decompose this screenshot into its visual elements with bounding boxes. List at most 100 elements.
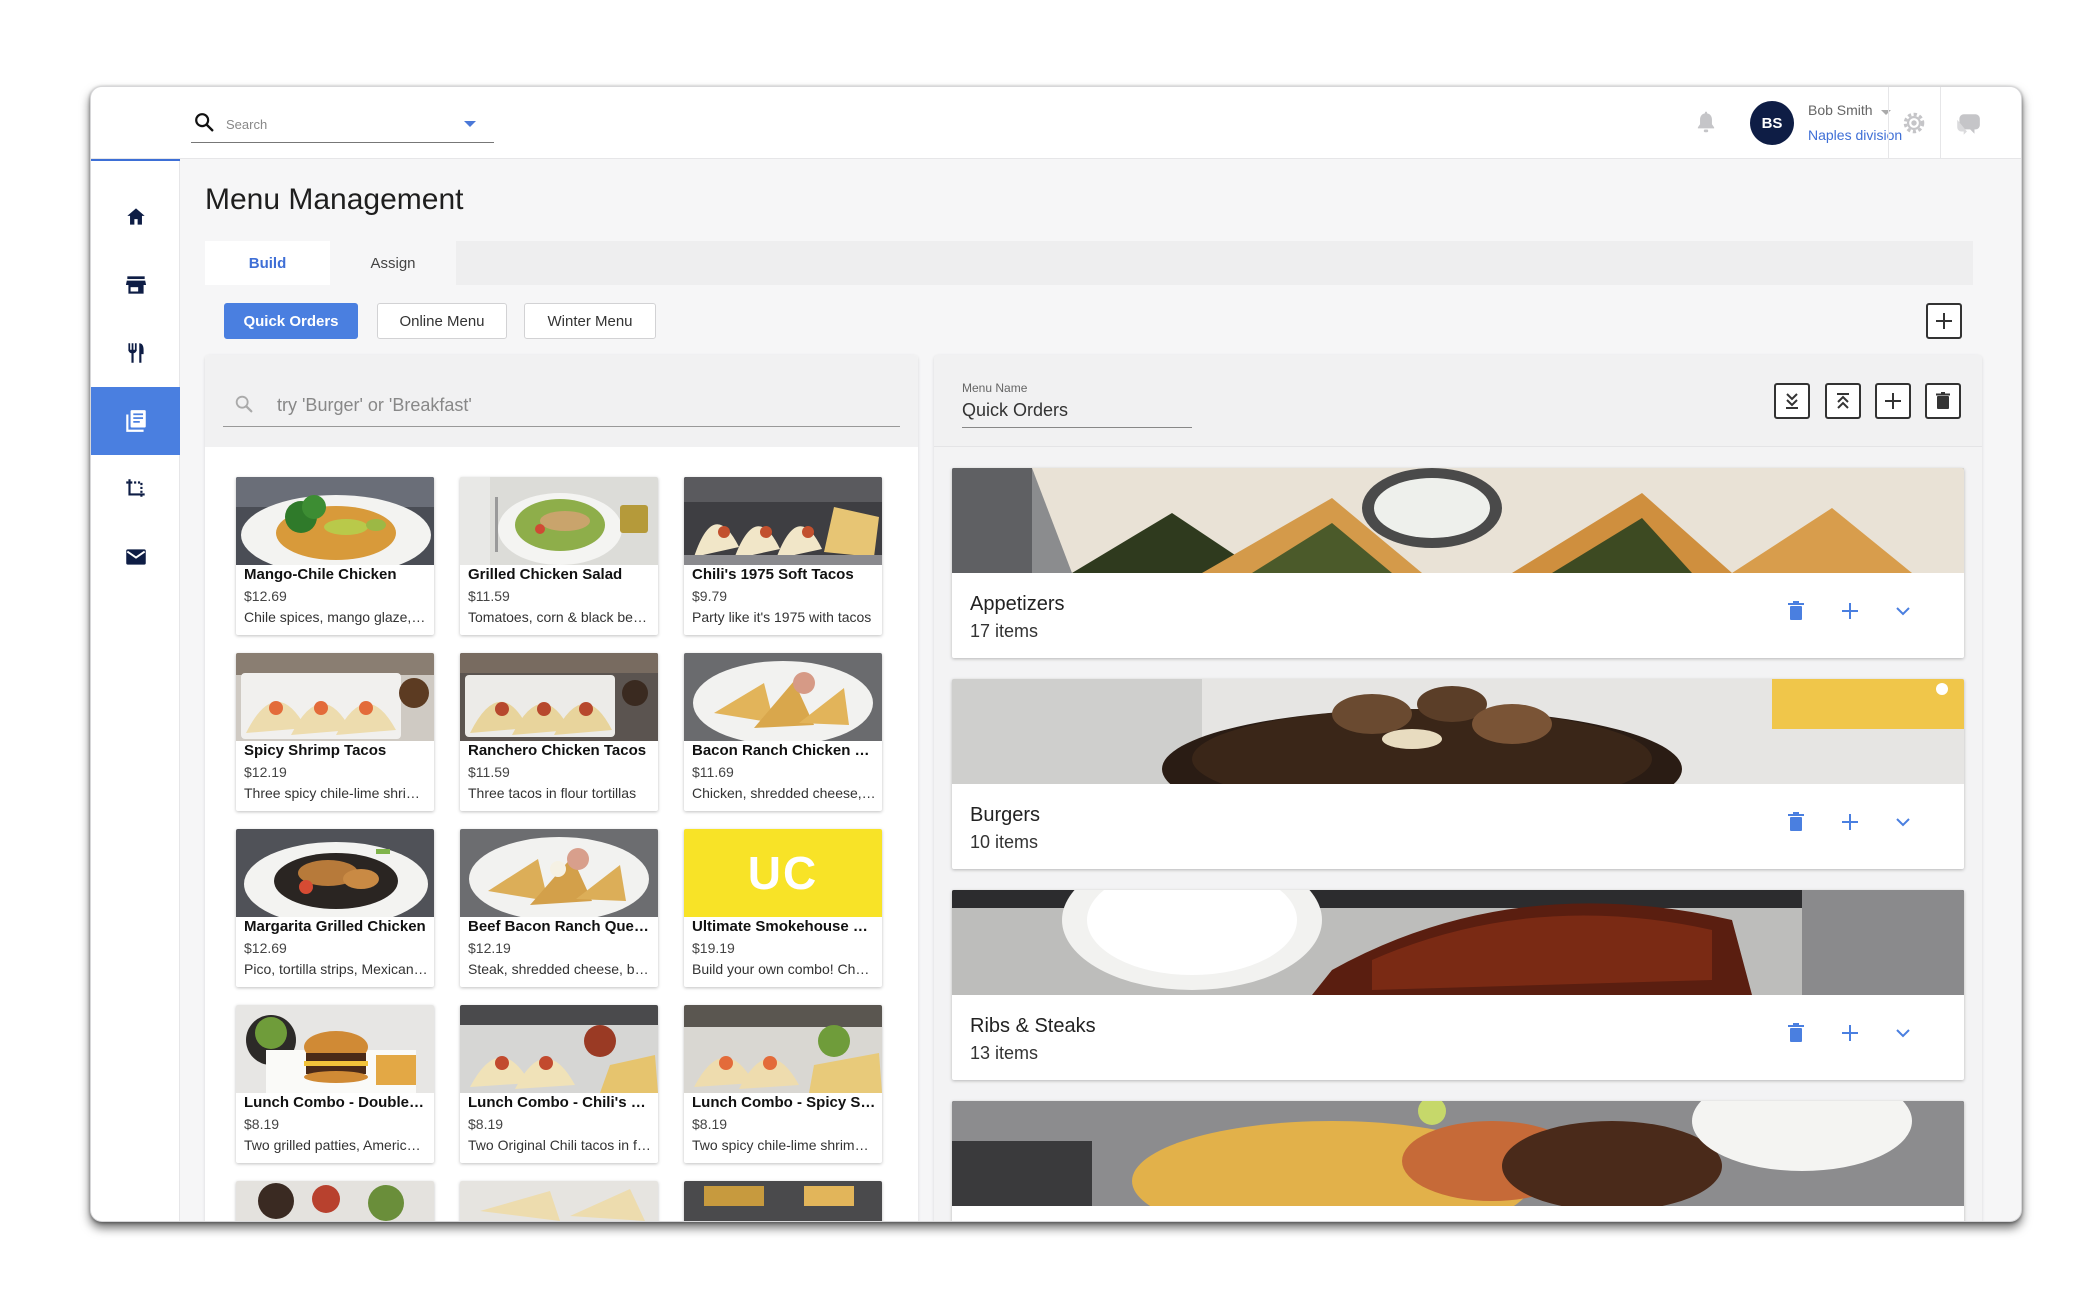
category-title: Appetizers bbox=[970, 593, 1065, 615]
trash-icon bbox=[1788, 601, 1804, 620]
trash-icon bbox=[1788, 812, 1804, 831]
item-description: Two spicy chile-lime shrimp tacos bbox=[692, 1137, 876, 1153]
item-description: Chicken, shredded cheese, bacon bbox=[692, 785, 876, 801]
category-item-count: 13 items bbox=[970, 1043, 1039, 1063]
grilled-chicken-salad-image bbox=[460, 477, 658, 565]
utensils-icon bbox=[127, 343, 144, 363]
item-price: $12.69 bbox=[244, 940, 287, 956]
menu-item-card[interactable]: UC Ultimate Smokehouse Combo $19.19 Buil… bbox=[684, 829, 882, 987]
menu-item-card[interactable] bbox=[460, 1181, 658, 1221]
sidebar-item-menu-items[interactable] bbox=[91, 319, 180, 387]
menu-item-card[interactable]: Grilled Chicken Salad $11.59 Tomatoes, c… bbox=[460, 477, 658, 635]
delete-category-button[interactable] bbox=[1783, 809, 1809, 835]
divider bbox=[1888, 87, 1889, 159]
sidebar-item-menu-management[interactable] bbox=[91, 387, 180, 455]
plus-icon bbox=[1842, 1025, 1858, 1041]
category-card[interactable] bbox=[952, 1101, 1964, 1221]
item-search-input[interactable]: try 'Burger' or 'Breakfast' bbox=[223, 381, 900, 427]
lunch-tacos-image bbox=[460, 1005, 658, 1093]
avatar[interactable]: BS bbox=[1750, 101, 1794, 145]
item-search-bar: try 'Burger' or 'Breakfast' bbox=[205, 355, 918, 447]
item-name: Margarita Grilled Chicken bbox=[244, 918, 426, 935]
sidebar bbox=[91, 159, 180, 1221]
item-price: $11.69 bbox=[692, 764, 734, 780]
menu-item-card[interactable]: Lunch Combo - Spicy Shrimp Tacos $8.19 T… bbox=[684, 1005, 882, 1163]
global-search-placeholder: Search bbox=[226, 117, 268, 132]
sidebar-item-home[interactable] bbox=[91, 183, 180, 251]
expand-all-button[interactable] bbox=[1774, 383, 1810, 419]
category-title: Burgers bbox=[970, 804, 1041, 826]
item-price: $12.19 bbox=[244, 764, 287, 780]
item-name: Chili's 1975 Soft Tacos bbox=[692, 566, 854, 583]
menu-item-card[interactable]: Beef Bacon Ranch Quesadillas $12.19 Stea… bbox=[460, 829, 658, 987]
category-card-burgers[interactable]: Burgers 10 items bbox=[952, 679, 1964, 869]
sidebar-item-messages[interactable] bbox=[91, 523, 180, 591]
mail-icon bbox=[125, 549, 146, 565]
menu-item-card[interactable]: Ranchero Chicken Tacos $11.59 Three taco… bbox=[460, 653, 658, 811]
menu-item-card[interactable]: Chili's 1975 Soft Tacos $9.79 Party like… bbox=[684, 477, 882, 635]
category-card-ribs-steaks[interactable]: Ribs & Steaks 13 items bbox=[952, 890, 1964, 1080]
chevron-down-icon[interactable] bbox=[464, 121, 476, 127]
menu-item-card[interactable]: Margarita Grilled Chicken $12.69 Pico, t… bbox=[236, 829, 434, 987]
category-card-appetizers[interactable]: Appetizers 17 items bbox=[952, 468, 1964, 658]
crop-icon bbox=[125, 479, 145, 498]
item-description: Pico, tortilla strips, Mexican rice bbox=[244, 961, 428, 977]
add-category-button[interactable] bbox=[1875, 383, 1911, 419]
item-price: $19.19 bbox=[692, 940, 735, 956]
menu-builder-panel: Menu Name Quick Orders Appetizers 17 ite… bbox=[934, 355, 1982, 1221]
expand-category-button[interactable] bbox=[1890, 1020, 1916, 1046]
item-description: Build your own combo! Choose two bbox=[692, 961, 876, 977]
category-title: Ribs & Steaks bbox=[970, 1015, 1096, 1037]
tab-build[interactable]: Build bbox=[205, 241, 330, 285]
global-search[interactable]: Search bbox=[191, 109, 494, 143]
expand-category-button[interactable] bbox=[1890, 598, 1916, 624]
delete-menu-button[interactable] bbox=[1925, 383, 1961, 419]
menu-item-card[interactable] bbox=[236, 1181, 434, 1221]
divider bbox=[1940, 87, 1941, 159]
menu-item-card[interactable]: Lunch Combo - Chili's Tacos $8.19 Two Or… bbox=[460, 1005, 658, 1163]
plus-icon bbox=[1842, 603, 1858, 619]
sidebar-item-store[interactable] bbox=[91, 251, 180, 319]
sidebar-item-reports[interactable] bbox=[91, 455, 180, 523]
mango-chile-chicken-image bbox=[236, 477, 434, 565]
collapse-all-button[interactable] bbox=[1825, 383, 1861, 419]
menu-button-winter-menu[interactable]: Winter Menu bbox=[524, 303, 656, 339]
gear-icon[interactable] bbox=[1901, 110, 1927, 136]
item-name: Spicy Shrimp Tacos bbox=[244, 742, 387, 759]
trash-icon bbox=[1936, 392, 1950, 409]
menu-button-online-menu[interactable]: Online Menu bbox=[377, 303, 507, 339]
chat-icon[interactable] bbox=[1954, 111, 1982, 137]
menu-item-card[interactable]: Bacon Ranch Chicken Quesadillas $11.69 C… bbox=[684, 653, 882, 811]
menu-button-quick-orders[interactable]: Quick Orders bbox=[224, 303, 358, 339]
tab-bar: Build Assign bbox=[205, 241, 1973, 285]
item-description: Steak, shredded cheese, bacon bbox=[468, 961, 652, 977]
app-window: Search BS Bob Smith Naples division Menu… bbox=[90, 86, 2022, 1222]
add-item-button[interactable] bbox=[1837, 809, 1863, 835]
tab-assign[interactable]: Assign bbox=[330, 241, 456, 285]
add-item-button[interactable] bbox=[1837, 598, 1863, 624]
menu-item-card[interactable] bbox=[684, 1181, 882, 1221]
delete-category-button[interactable] bbox=[1783, 1020, 1809, 1046]
menu-item-image bbox=[460, 1181, 658, 1221]
menu-item-card[interactable]: Lunch Combo - Double Burger $8.19 Two gr… bbox=[236, 1005, 434, 1163]
item-price: $8.19 bbox=[244, 1116, 280, 1132]
item-placeholder-initials: UC bbox=[684, 829, 882, 917]
user-menu-chevron-icon[interactable] bbox=[1881, 110, 1891, 115]
add-item-button[interactable] bbox=[1837, 1020, 1863, 1046]
menu-name-label: Menu Name bbox=[962, 381, 1028, 395]
item-name: Lunch Combo - Double Burger bbox=[244, 1094, 428, 1111]
home-icon bbox=[126, 208, 145, 225]
menu-item-card[interactable]: Mango-Chile Chicken $12.69 Chile spices,… bbox=[236, 477, 434, 635]
menu-name-input[interactable]: Quick Orders bbox=[962, 400, 1192, 428]
bell-icon[interactable] bbox=[1693, 109, 1719, 137]
expand-category-button[interactable] bbox=[1890, 809, 1916, 835]
add-menu-button[interactable] bbox=[1926, 303, 1962, 339]
item-description: Three spicy chile-lime shrimp tacos bbox=[244, 785, 428, 801]
delete-category-button[interactable] bbox=[1783, 598, 1809, 624]
beef-bacon-ranch-quesadillas-image bbox=[460, 829, 658, 917]
chevron-down-icon bbox=[1896, 818, 1910, 827]
store-icon bbox=[125, 276, 146, 294]
user-name[interactable]: Bob Smith bbox=[1808, 102, 1873, 118]
menu-item-card[interactable]: Spicy Shrimp Tacos $12.19 Three spicy ch… bbox=[236, 653, 434, 811]
ranchero-chicken-tacos-image bbox=[460, 653, 658, 741]
